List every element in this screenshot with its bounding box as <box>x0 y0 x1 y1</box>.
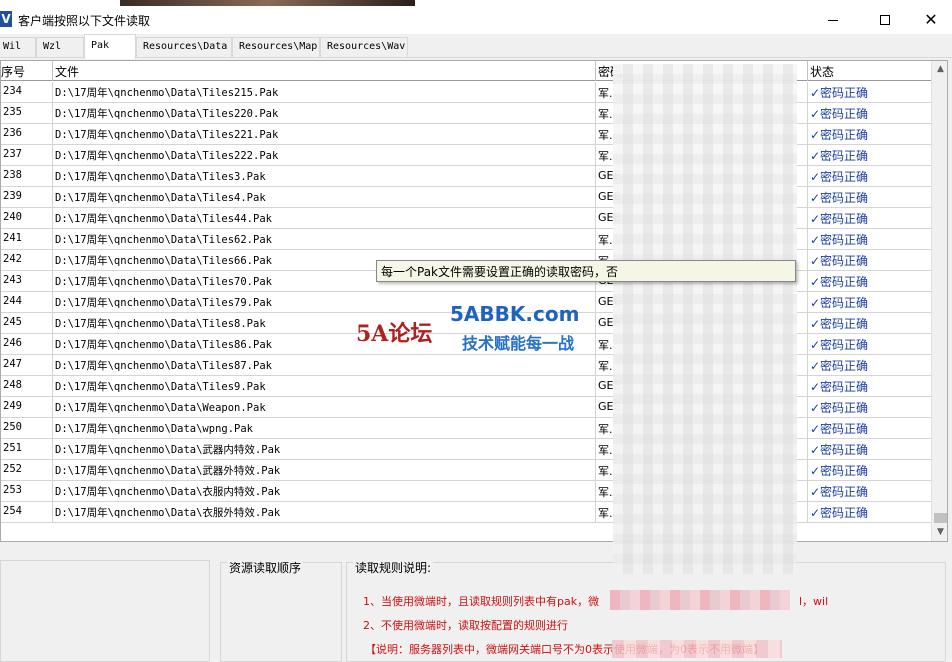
row-index: 249 <box>1 397 53 417</box>
row-file-path: D:\17周年\qnchenmo\Data\Tiles87.Pak <box>53 355 596 375</box>
row-file-path: D:\17周年\qnchenmo\Data\Tiles8.Pak <box>53 313 596 333</box>
row-status: ✓密码正确 <box>810 107 869 121</box>
row-status: ✓密码正确 <box>810 191 869 205</box>
rule-line-1-text: 1、当使用微端时，且读取规则列表中有pak，微 <box>363 595 600 608</box>
window-title: 客户端按照以下文件读取 <box>18 14 151 28</box>
tab-wzl[interactable]: Wzl <box>36 37 84 57</box>
row-file-path: D:\17周年\qnchenmo\Data\Tiles215.Pak <box>53 82 596 102</box>
row-index: 250 <box>1 418 53 438</box>
row-file-path: D:\17周年\qnchenmo\Data\衣服内特效.Pak <box>53 481 596 501</box>
row-index: 246 <box>1 334 53 354</box>
row-status: ✓密码正确 <box>810 296 869 310</box>
row-index: 242 <box>1 250 53 270</box>
row-status: ✓密码正确 <box>810 422 869 436</box>
redaction-mosaic <box>613 64 797 574</box>
redaction-mosaic-note <box>612 640 782 658</box>
vertical-scrollbar[interactable]: ▲ ▼ <box>931 61 947 541</box>
row-file-path: D:\17周年\qnchenmo\Data\Tiles86.Pak <box>53 334 596 354</box>
file-grid[interactable]: 序号 文件 密码 状态 234 D:\17周年\qnchenmo\Data\Til… <box>0 60 948 542</box>
close-button[interactable]: ✕ <box>908 6 952 34</box>
column-header-file[interactable]: 文件 <box>53 61 596 81</box>
resource-order-title: 资源读取顺序 <box>227 559 304 576</box>
row-status: ✓密码正确 <box>810 338 869 352</box>
row-index: 248 <box>1 376 53 396</box>
scroll-down-icon[interactable]: ▼ <box>932 524 947 541</box>
row-index: 236 <box>1 124 53 144</box>
row-file-path: D:\17周年\qnchenmo\Data\Tiles4.Pak <box>53 187 596 207</box>
row-file-path: D:\17周年\qnchenmo\Data\Tiles44.Pak <box>53 208 596 228</box>
row-file-path: D:\17周年\qnchenmo\Data\Tiles79.Pak <box>53 292 596 312</box>
column-header-status[interactable]: 状态 <box>808 61 931 81</box>
row-index: 238 <box>1 166 53 186</box>
tab-wil[interactable]: Wil <box>0 37 36 57</box>
row-status: ✓密码正确 <box>810 380 869 394</box>
row-index: 237 <box>1 145 53 165</box>
row-file-path: D:\17周年\qnchenmo\Data\Tiles9.Pak <box>53 376 596 396</box>
row-file-path: D:\17周年\qnchenmo\Data\武器外特效.Pak <box>53 460 596 480</box>
column-header-index[interactable]: 序号 <box>1 61 53 81</box>
row-file-path: D:\17周年\qnchenmo\Data\wpng.Pak <box>53 418 596 438</box>
row-status: ✓密码正确 <box>810 212 869 226</box>
row-status: ✓密码正确 <box>810 485 869 499</box>
vertical-scroll-thumb[interactable] <box>934 513 947 523</box>
row-index: 254 <box>1 502 53 522</box>
row-index: 247 <box>1 355 53 375</box>
row-file-path: D:\17周年\qnchenmo\Data\Tiles222.Pak <box>53 145 596 165</box>
row-status: ✓密码正确 <box>810 359 869 373</box>
row-file-path: D:\17周年\qnchenmo\Data\Tiles221.Pak <box>53 124 596 144</box>
maximize-icon <box>880 15 890 25</box>
row-file-path: D:\17周年\qnchenmo\Data\武器内特效.Pak <box>53 439 596 459</box>
row-index: 253 <box>1 481 53 501</box>
left-blank-panel <box>0 560 210 662</box>
row-file-path: D:\17周年\qnchenmo\Data\Tiles62.Pak <box>53 229 596 249</box>
close-icon: ✕ <box>924 10 938 29</box>
rule-line-1-tail: l，wil <box>799 595 829 608</box>
rule-line-2: 2、不使用微端时，读取按配置的规则进行 <box>363 619 568 632</box>
row-index: 244 <box>1 292 53 312</box>
row-index: 252 <box>1 460 53 480</box>
row-index: 241 <box>1 229 53 249</box>
tab-resources-data[interactable]: Resources\Data <box>136 37 232 57</box>
app-window: V 客户端按照以下文件读取 ✕ Wil Wzl Pak Resources\Da… <box>0 6 952 662</box>
minimize-button[interactable] <box>810 6 856 34</box>
redaction-mosaic-rule <box>610 590 790 610</box>
scroll-up-icon[interactable]: ▲ <box>932 61 947 78</box>
title-bar: V 客户端按照以下文件读取 ✕ <box>0 6 952 34</box>
row-index: 235 <box>1 103 53 123</box>
row-index: 243 <box>1 271 53 291</box>
app-icon: V <box>0 11 12 27</box>
tab-bar: Wil Wzl Pak Resources\Data Resources\Map… <box>0 34 952 59</box>
row-status: ✓密码正确 <box>810 506 869 520</box>
row-index: 234 <box>1 82 53 102</box>
minimize-icon <box>828 19 838 21</box>
rules-title: 读取规则说明: <box>353 559 434 576</box>
row-status: ✓密码正确 <box>810 464 869 478</box>
row-status: ✓密码正确 <box>810 128 869 142</box>
row-status: ✓密码正确 <box>810 275 869 289</box>
row-file-path: D:\17周年\qnchenmo\Data\Tiles220.Pak <box>53 103 596 123</box>
row-file-path: D:\17周年\qnchenmo\Data\衣服外特效.Pak <box>53 502 596 522</box>
row-status: ✓密码正确 <box>810 401 869 415</box>
row-index: 245 <box>1 313 53 333</box>
rule-line-1: 1、当使用微端时，且读取规则列表中有pak，微 l，wil <box>363 593 828 609</box>
row-status: ✓密码正确 <box>810 233 869 247</box>
bottom-panel: 资源读取顺序 读取规则说明: 1、当使用微端时，且读取规则列表中有pak，微 l… <box>0 556 952 662</box>
tab-resources-wav[interactable]: Resources\Wav <box>320 37 408 57</box>
row-status: ✓密码正确 <box>810 149 869 163</box>
tab-resources-map[interactable]: Resources\Map <box>232 37 320 57</box>
password-tooltip: 每一个Pak文件需要设置正确的读取密码，否 <box>376 260 796 282</box>
row-index: 251 <box>1 439 53 459</box>
maximize-button[interactable] <box>862 6 908 34</box>
row-status: ✓密码正确 <box>810 170 869 184</box>
row-status: ✓密码正确 <box>810 254 869 268</box>
row-status: ✓密码正确 <box>810 317 869 331</box>
row-index: 240 <box>1 208 53 228</box>
row-status: ✓密码正确 <box>810 443 869 457</box>
row-status: ✓密码正确 <box>810 86 869 100</box>
resource-order-group: 资源读取顺序 <box>220 559 342 662</box>
row-file-path: D:\17周年\qnchenmo\Data\Weapon.Pak <box>53 397 596 417</box>
row-file-path: D:\17周年\qnchenmo\Data\Tiles3.Pak <box>53 166 596 186</box>
row-index: 239 <box>1 187 53 207</box>
tab-pak[interactable]: Pak <box>84 34 136 59</box>
